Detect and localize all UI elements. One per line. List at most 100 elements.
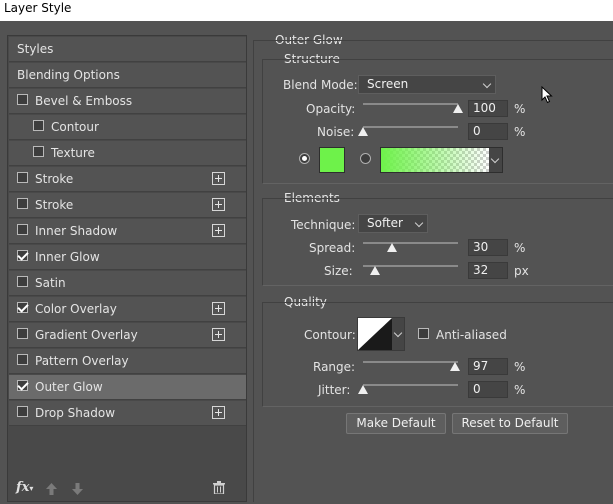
gradient-radio[interactable] [360, 153, 371, 164]
anti-aliased-checkbox[interactable] [418, 328, 429, 339]
fx-menu-button[interactable]: fx▾ [16, 480, 33, 495]
style-checkbox[interactable] [17, 354, 28, 365]
jitter-input[interactable]: 0 [468, 381, 508, 398]
add-style-icon[interactable] [212, 302, 225, 315]
jitter-slider-thumb[interactable] [358, 385, 368, 394]
chevron-down-icon [393, 328, 403, 338]
chevron-down-icon [490, 154, 500, 164]
style-checkbox[interactable] [17, 276, 28, 287]
color-radio[interactable] [299, 153, 310, 164]
blend-mode-select[interactable]: Screen [358, 75, 496, 94]
chevron-down-icon [482, 79, 492, 89]
style-item[interactable]: Contour [9, 115, 246, 140]
style-item[interactable]: Gradient Overlay [9, 323, 246, 348]
mouse-cursor-icon [541, 85, 553, 107]
style-checkbox[interactable] [17, 172, 28, 183]
spread-slider-thumb[interactable] [386, 243, 397, 252]
noise-input[interactable]: 0 [468, 123, 508, 140]
opacity-slider-track[interactable] [363, 103, 458, 105]
noise-unit: % [514, 125, 526, 139]
style-item[interactable]: Pattern Overlay [9, 349, 246, 374]
contour-preview [358, 318, 392, 350]
move-down-icon[interactable] [72, 483, 83, 498]
styles-panel: Styles Blending Options Bevel & Emboss Cont… [7, 35, 247, 502]
noise-slider-thumb[interactable] [358, 127, 368, 136]
spread-unit: % [514, 241, 526, 255]
glow-color-swatch[interactable] [319, 147, 345, 173]
make-default-button[interactable]: Make Default [346, 413, 446, 434]
style-item[interactable]: Drop Shadow [9, 401, 246, 426]
range-input[interactable]: 97 [468, 358, 508, 375]
style-item-label: Stroke [35, 198, 74, 212]
style-item-label: Blending Options [17, 68, 120, 82]
opacity-slider-thumb[interactable] [453, 104, 463, 113]
style-item-label: Texture [51, 146, 95, 160]
style-checkbox[interactable] [17, 250, 28, 261]
spread-slider-track[interactable] [363, 242, 458, 244]
noise-slider-track[interactable] [363, 126, 458, 128]
style-item-label: Gradient Overlay [35, 328, 138, 342]
style-checkbox[interactable] [17, 302, 28, 313]
size-unit: px [514, 264, 529, 278]
style-item-label: Pattern Overlay [35, 354, 129, 368]
gradient-preview [381, 148, 489, 172]
style-item[interactable]: Outer Glow [9, 375, 246, 400]
style-item[interactable]: Texture [9, 141, 246, 166]
style-checkbox[interactable] [17, 380, 28, 391]
style-item[interactable]: Stroke [9, 193, 246, 218]
jitter-slider-track[interactable] [363, 384, 458, 386]
style-checkbox[interactable] [17, 198, 28, 209]
style-checkbox[interactable] [17, 328, 28, 339]
style-checkbox[interactable] [17, 406, 28, 417]
quality-group [262, 302, 613, 407]
contour-picker[interactable] [357, 317, 405, 351]
style-item[interactable]: Blending Options [9, 63, 246, 88]
opacity-label: Opacity: [306, 102, 356, 116]
style-item[interactable]: Color Overlay [9, 297, 246, 322]
style-item-label: Inner Glow [35, 250, 100, 264]
window-title: Layer Style [4, 1, 72, 15]
anti-aliased-label: Anti-aliased [436, 328, 507, 342]
add-style-icon[interactable] [212, 328, 225, 341]
style-item[interactable]: Styles [9, 37, 246, 62]
style-item[interactable]: Inner Shadow [9, 219, 246, 244]
style-item-label: Drop Shadow [35, 406, 116, 420]
blend-mode-value: Screen [367, 77, 409, 91]
add-style-icon[interactable] [212, 198, 225, 211]
style-item[interactable]: Satin [9, 271, 246, 296]
style-item[interactable]: Stroke [9, 167, 246, 192]
range-slider-thumb[interactable] [450, 362, 461, 371]
reset-to-default-button[interactable]: Reset to Default [452, 413, 568, 434]
trash-icon[interactable] [213, 481, 225, 497]
style-item-label: Inner Shadow [35, 224, 118, 238]
style-item-label: Stroke [35, 172, 74, 186]
style-item[interactable]: Bevel & Emboss [9, 89, 246, 114]
size-label: Size: [324, 264, 353, 278]
opacity-input[interactable]: 100 [468, 100, 508, 117]
style-item-label: Satin [35, 276, 66, 290]
add-style-icon[interactable] [212, 172, 225, 185]
technique-select[interactable]: Softer [358, 214, 428, 233]
fx-label: fx [16, 480, 30, 495]
range-slider-track[interactable] [363, 361, 458, 363]
style-item-label: Contour [51, 120, 99, 134]
style-checkbox[interactable] [17, 94, 28, 105]
jitter-unit: % [514, 383, 526, 397]
add-style-icon[interactable] [212, 224, 225, 237]
move-up-icon[interactable] [46, 483, 57, 498]
range-unit: % [514, 360, 526, 374]
size-input[interactable]: 32 [468, 262, 508, 279]
style-checkbox[interactable] [33, 146, 44, 157]
range-label: Range: [313, 360, 356, 374]
style-item[interactable]: Inner Glow [9, 245, 246, 270]
style-item-label: Outer Glow [35, 380, 103, 394]
style-checkbox[interactable] [33, 120, 44, 131]
add-style-icon[interactable] [212, 406, 225, 419]
style-item-label: Styles [17, 42, 54, 56]
spread-input[interactable]: 30 [468, 239, 508, 256]
size-slider-thumb[interactable] [370, 266, 381, 275]
blend-mode-label: Blend Mode: [283, 78, 358, 92]
noise-label: Noise: [317, 125, 355, 139]
style-checkbox[interactable] [17, 224, 28, 235]
gradient-picker[interactable] [380, 147, 503, 173]
